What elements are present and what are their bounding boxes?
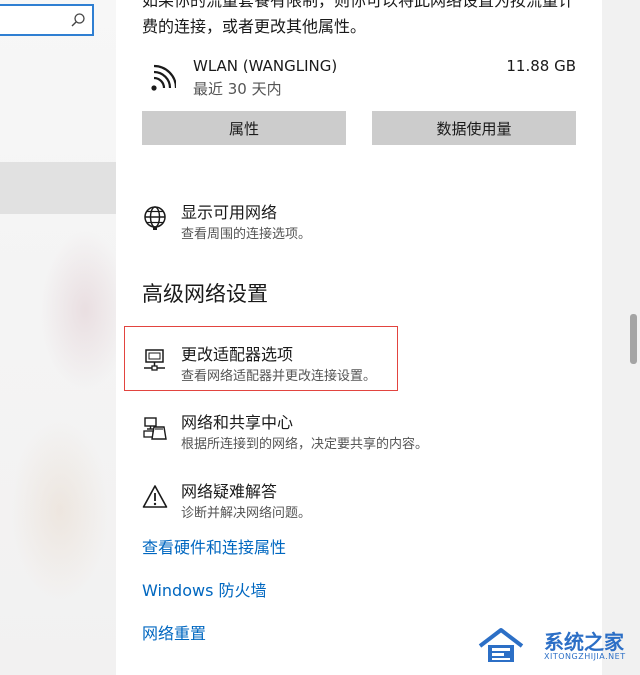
search-icon[interactable] bbox=[70, 12, 86, 28]
globe-icon bbox=[144, 206, 166, 230]
change-adapter-options[interactable]: 更改适配器选项 查看网络适配器并更改连接设置。 bbox=[142, 341, 562, 387]
sidebar-item-selected[interactable] bbox=[0, 162, 116, 214]
network-reset-link[interactable]: 网络重置 bbox=[142, 620, 206, 644]
background-blur bbox=[40, 230, 116, 390]
site-watermark: 系统之家 XITONGZHIJIA.NET bbox=[476, 622, 636, 670]
monitor-network-icon bbox=[144, 349, 165, 371]
item-title: 显示可用网络 bbox=[181, 203, 278, 222]
left-navigation-pane bbox=[0, 0, 116, 675]
scrollbar-thumb[interactable] bbox=[630, 314, 637, 364]
item-description: 查看周围的连接选项。 bbox=[181, 227, 312, 242]
network-name: WLAN (WANGLING) bbox=[193, 57, 338, 75]
description-line: 如果你的流量套餐有限制，则你可以将此网络设置为按流量计 bbox=[142, 0, 575, 10]
description-line: 费的连接，或者更改其他属性。 bbox=[142, 17, 367, 36]
warning-icon bbox=[142, 485, 168, 508]
data-usage-button[interactable]: 数据使用量 bbox=[372, 111, 576, 145]
network-data-usage: 11.88 GB bbox=[506, 57, 576, 75]
properties-button[interactable]: 属性 bbox=[142, 111, 346, 145]
sharing-center-icon bbox=[143, 417, 167, 440]
house-logo-icon bbox=[478, 628, 524, 662]
wifi-icon bbox=[151, 64, 176, 91]
item-description: 根据所连接到的网络，决定要共享的内容。 bbox=[181, 437, 429, 452]
item-title: 更改适配器选项 bbox=[181, 345, 294, 364]
item-description: 诊断并解决网络问题。 bbox=[181, 506, 312, 521]
section-heading: 高级网络设置 bbox=[142, 282, 268, 306]
item-title: 网络疑难解答 bbox=[181, 482, 278, 501]
windows-firewall-link[interactable]: Windows 防火墙 bbox=[142, 577, 267, 601]
network-troubleshooter[interactable]: 网络疑难解答 诊断并解决网络问题。 bbox=[142, 478, 562, 524]
watermark-title: 系统之家 bbox=[544, 630, 624, 654]
show-available-networks[interactable]: 显示可用网络 查看周围的连接选项。 bbox=[142, 199, 562, 245]
network-sharing-center[interactable]: 网络和共享中心 根据所连接到的网络，决定要共享的内容。 bbox=[142, 409, 562, 455]
search-input[interactable] bbox=[0, 4, 94, 36]
network-status-panel: 如果你的流量套餐有限制，则你可以将此网络设置为按流量计 费的连接，或者更改其他属… bbox=[116, 0, 602, 675]
view-hardware-properties-link[interactable]: 查看硬件和连接属性 bbox=[142, 534, 286, 558]
item-title: 网络和共享中心 bbox=[181, 413, 294, 432]
network-usage-period: 最近 30 天内 bbox=[193, 80, 282, 98]
background-blur bbox=[10, 420, 110, 600]
watermark-subtitle: XITONGZHIJIA.NET bbox=[544, 652, 626, 661]
metered-connection-description: 如果你的流量套餐有限制，则你可以将此网络设置为按流量计 费的连接，或者更改其他属… bbox=[142, 0, 592, 40]
item-description: 查看网络适配器并更改连接设置。 bbox=[181, 369, 377, 384]
